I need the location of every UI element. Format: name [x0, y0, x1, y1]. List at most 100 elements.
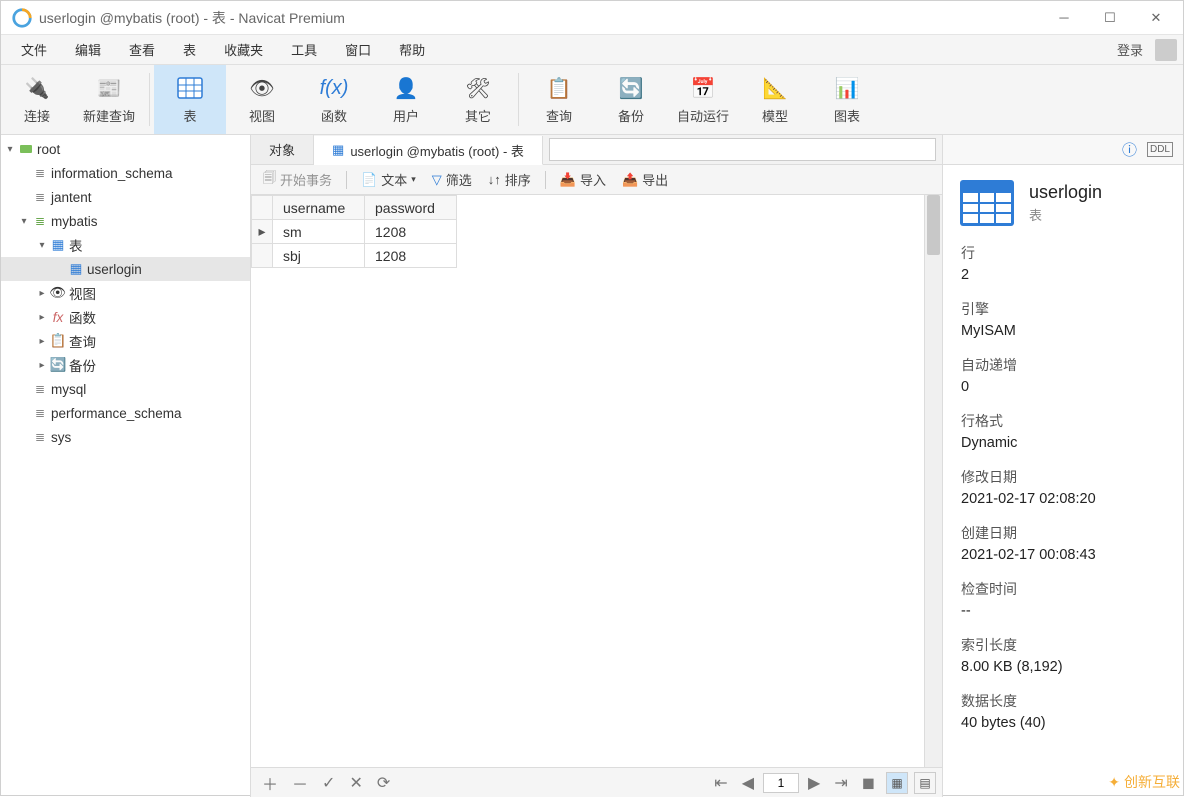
refresh-button[interactable]: ⟳: [372, 773, 395, 793]
table-row[interactable]: sbj 1208: [252, 244, 457, 268]
tool-new-query[interactable]: 📰新建查询: [73, 65, 145, 134]
avatar[interactable]: [1155, 39, 1177, 61]
tree-table-userlogin[interactable]: ▦userlogin: [1, 257, 250, 281]
query-icon: 📋: [49, 333, 67, 349]
tool-automation[interactable]: 📅自动运行: [667, 65, 739, 134]
panel-value: --: [961, 603, 1165, 619]
cell[interactable]: 1208: [365, 220, 457, 244]
tree-functions[interactable]: ▸fx函数: [1, 305, 250, 329]
info-icon[interactable]: ⓘ: [1122, 139, 1137, 160]
table-group-icon: ▦: [49, 237, 67, 253]
delete-row-button[interactable]: －: [287, 771, 313, 795]
col-username[interactable]: username: [273, 196, 365, 220]
panel-value: 2021-02-17 00:08:43: [961, 547, 1165, 563]
status-bar: ＋ － ✓ ✕ ⟳ ⇤ ◀ ▶ ⇥ ◼ ▦ ▤: [251, 767, 942, 797]
stop-button[interactable]: ◼: [857, 773, 880, 793]
database-icon: ≣: [31, 429, 49, 445]
grid-wrap: username password ▸ sm 1208 sbj 1208: [251, 195, 942, 767]
cell[interactable]: 1208: [365, 244, 457, 268]
tab-search[interactable]: [549, 138, 936, 161]
tree-db-mybatis[interactable]: ▾≣mybatis: [1, 209, 250, 233]
panel-label: 引擎: [961, 299, 1165, 319]
menu-file[interactable]: 文件: [7, 36, 61, 63]
tool-user[interactable]: 👤用户: [370, 65, 442, 134]
cell[interactable]: sbj: [273, 244, 365, 268]
tool-view[interactable]: 👁视图: [226, 65, 298, 134]
tree-queries[interactable]: ▸📋查询: [1, 329, 250, 353]
menu-window[interactable]: 窗口: [331, 36, 385, 63]
tool-query[interactable]: 📋查询: [523, 65, 595, 134]
panel-value: MyISAM: [961, 323, 1165, 339]
table-icon: ▦: [67, 261, 85, 277]
add-row-button[interactable]: ＋: [257, 771, 283, 795]
content-tabs: 对象 ▦userlogin @mybatis (root) - 表: [251, 135, 942, 165]
vertical-scrollbar[interactable]: [924, 195, 942, 767]
panel-label: 自动递增: [961, 355, 1165, 375]
grid-view-button[interactable]: ▦: [886, 772, 908, 794]
begin-transaction-button[interactable]: 🗐开始事务: [257, 167, 338, 193]
tool-other[interactable]: 🛠其它: [442, 65, 514, 134]
tree-db[interactable]: ≣jantent: [1, 185, 250, 209]
commit-button[interactable]: ✓: [317, 773, 340, 793]
prev-page-button[interactable]: ◀: [737, 773, 759, 793]
menu-table[interactable]: 表: [169, 36, 210, 63]
tree-root[interactable]: ▾root: [1, 137, 250, 161]
sort-icon: ↓↑: [488, 172, 501, 187]
export-button[interactable]: 📤导出: [616, 168, 674, 191]
cancel-button[interactable]: ✕: [344, 773, 367, 793]
tool-backup[interactable]: 🔄备份: [595, 65, 667, 134]
text-button[interactable]: 📄文本▾: [355, 168, 422, 191]
tree-tables-group[interactable]: ▾▦表: [1, 233, 250, 257]
last-page-button[interactable]: ⇥: [829, 773, 852, 793]
tree-db[interactable]: ≣mysql: [1, 377, 250, 401]
panel-subtitle: 表: [1029, 205, 1102, 224]
plug-icon: 🔌: [23, 74, 51, 102]
window-title: userlogin @mybatis (root) - 表 - Navicat …: [39, 8, 1041, 28]
form-view-button[interactable]: ▤: [914, 772, 936, 794]
tree-db[interactable]: ≣performance_schema: [1, 401, 250, 425]
tool-model[interactable]: 📐模型: [739, 65, 811, 134]
tool-function[interactable]: f(x)函数: [298, 65, 370, 134]
filter-button[interactable]: ▽筛选: [426, 168, 478, 191]
model-icon: 📐: [761, 74, 789, 102]
menu-tools[interactable]: 工具: [277, 36, 331, 63]
info-panel: ⓘ DDL userlogin 表 行2引擎MyISAM自动递增0行格式Dyna…: [943, 135, 1183, 797]
data-grid[interactable]: username password ▸ sm 1208 sbj 1208: [251, 195, 924, 767]
tree-backup[interactable]: ▸🔄备份: [1, 353, 250, 377]
tree-db[interactable]: ≣information_schema: [1, 161, 250, 185]
ddl-icon[interactable]: DDL: [1147, 142, 1173, 157]
connection-tree: ▾root ≣information_schema ≣jantent ▾≣myb…: [1, 135, 251, 797]
tab-userlogin[interactable]: ▦userlogin @mybatis (root) - 表: [314, 136, 543, 165]
tool-chart[interactable]: 📊图表: [811, 65, 883, 134]
first-page-button[interactable]: ⇤: [709, 773, 732, 793]
login-link[interactable]: 登录: [1109, 36, 1151, 63]
import-button[interactable]: 📥导入: [554, 168, 612, 191]
table-row[interactable]: ▸ sm 1208: [252, 220, 457, 244]
next-page-button[interactable]: ▶: [803, 773, 825, 793]
menu-favorites[interactable]: 收藏夹: [210, 36, 277, 63]
menu-help[interactable]: 帮助: [385, 36, 439, 63]
tree-db[interactable]: ≣sys: [1, 425, 250, 449]
database-icon: ≣: [31, 189, 49, 205]
function-icon: fx: [49, 309, 67, 325]
menu-view[interactable]: 查看: [115, 36, 169, 63]
tab-objects[interactable]: 对象: [251, 135, 314, 164]
row-indicator: ▸: [252, 220, 273, 244]
tool-table[interactable]: 表: [154, 65, 226, 134]
col-password[interactable]: password: [365, 196, 457, 220]
close-button[interactable]: ✕: [1133, 1, 1179, 35]
page-input[interactable]: [763, 773, 799, 793]
tool-connection[interactable]: 🔌连接: [1, 65, 73, 134]
content-area: 对象 ▦userlogin @mybatis (root) - 表 🗐开始事务 …: [251, 135, 943, 797]
minimize-button[interactable]: ─: [1041, 1, 1087, 35]
tx-icon: 🗐: [263, 169, 276, 191]
cell[interactable]: sm: [273, 220, 365, 244]
view-icon: 👁: [49, 285, 67, 301]
tree-views[interactable]: ▸👁视图: [1, 281, 250, 305]
panel-value: 2: [961, 267, 1165, 283]
sort-button[interactable]: ↓↑排序: [482, 168, 537, 191]
maximize-button[interactable]: ☐: [1087, 1, 1133, 35]
menu-edit[interactable]: 编辑: [61, 36, 115, 63]
other-icon: 🛠: [464, 74, 492, 102]
table-icon: ▦: [332, 142, 344, 158]
